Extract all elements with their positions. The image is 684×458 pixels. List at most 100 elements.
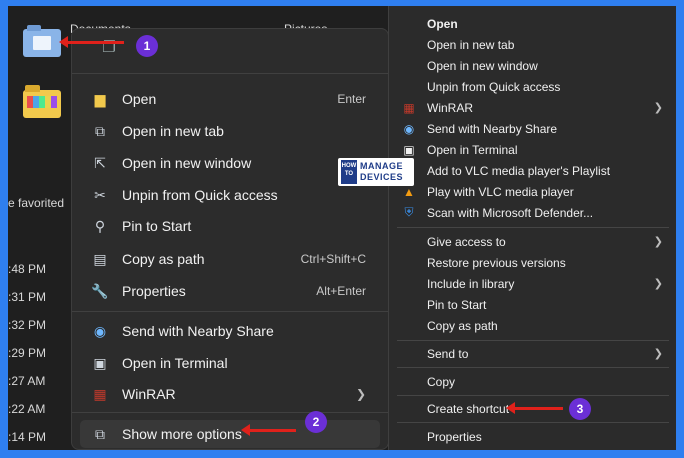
menu-item-open-new-tab[interactable]: ⧉ Open in new tab [80, 117, 380, 145]
menu-item-shortcut: Alt+Enter [316, 284, 366, 298]
classic-context-menu: Open Open in new tab Open in new window … [388, 6, 676, 450]
classic-item-copy[interactable]: Copy [389, 371, 676, 392]
classic-item-label: Open in new window [427, 58, 538, 73]
menu-separator [72, 311, 388, 312]
classic-item-open-new-window[interactable]: Open in new window [389, 55, 676, 76]
step-badge-1: 1 [136, 35, 158, 57]
menu-item-open-new-window[interactable]: ⇱ Open in new window [80, 149, 380, 177]
classic-item-label: Properties [427, 429, 482, 444]
documents-folder-icon[interactable] [23, 25, 61, 57]
time-text: :22 AM [8, 402, 46, 416]
classic-item-open-terminal[interactable]: ▣ Open in Terminal [389, 139, 676, 160]
menu-item-label: Open [122, 91, 157, 107]
pictures-folder-icon[interactable] [23, 85, 61, 118]
wrench-icon: 🔧 [91, 282, 109, 299]
classic-item-label: Send to [427, 346, 469, 361]
logo-text: MANAGE DEVICES [360, 161, 403, 183]
annotation-arrow-1 [59, 36, 124, 48]
terminal-icon: ▣ [93, 354, 107, 371]
new-tab-icon: ⧉ [95, 122, 105, 139]
more-options-icon: ⧉ [95, 425, 105, 442]
classic-item-winrar[interactable]: ▦ WinRAR ❯ [389, 97, 676, 118]
new-window-icon: ⇱ [94, 154, 106, 171]
menu-item-pin-to-start[interactable]: ⚲ Pin to Start [80, 212, 380, 240]
classic-separator [397, 340, 669, 341]
menu-item-nearby-share[interactable]: ◉ Send with Nearby Share [80, 317, 380, 345]
menu-item-open[interactable]: ▆ Open Enter [80, 85, 380, 113]
classic-item-label: Restore previous versions [427, 255, 566, 270]
classic-item-label: Send with Nearby Share [427, 121, 558, 136]
classic-item-label: Copy as path [427, 318, 498, 333]
classic-item-give-access[interactable]: Give access to ❯ [389, 231, 676, 252]
menu-item-shortcut: Enter [337, 92, 366, 106]
classic-item-defender-scan[interactable]: ⛨ Scan with Microsoft Defender... [389, 202, 676, 223]
classic-separator [397, 367, 669, 368]
chevron-right-icon: ❯ [653, 102, 663, 114]
folder-icon: ▆ [94, 90, 106, 107]
classic-item-label: Open in new tab [427, 37, 515, 52]
classic-item-vlc-playlist[interactable]: ▲ Add to VLC media player's Playlist [389, 160, 676, 181]
logo-line-1: MANAGE [360, 161, 403, 171]
annotation-arrow-2 [241, 424, 296, 436]
time-text: :31 PM [8, 290, 47, 304]
classic-item-pin-to-start[interactable]: Pin to Start [389, 294, 676, 315]
classic-item-label: Unpin from Quick access [427, 79, 561, 94]
menu-item-shortcut: Ctrl+Shift+C [300, 252, 366, 266]
classic-separator [397, 227, 669, 228]
step-badge-2: 2 [305, 411, 327, 433]
annotation-arrow-3 [506, 402, 563, 414]
classic-item-label: Open [427, 16, 458, 31]
winrar-icon: ▦ [93, 385, 107, 402]
classic-item-open-new-tab[interactable]: Open in new tab [389, 34, 676, 55]
classic-item-open[interactable]: Open [389, 13, 676, 34]
chevron-right-icon: ❯ [653, 348, 663, 360]
menu-item-label: Unpin from Quick access [122, 187, 278, 203]
classic-item-label: Pin to Start [427, 297, 487, 312]
unpin-icon: ✂ [94, 186, 106, 203]
classic-separator [397, 422, 669, 423]
time-text: :27 AM [8, 374, 46, 388]
copy-path-icon: ▤ [93, 250, 107, 267]
menu-item-label: Open in new tab [122, 123, 224, 139]
windows11-context-menu: ❐ ▆ Open Enter ⧉ Open in new tab ⇱ Open … [71, 28, 389, 450]
classic-item-label: Play with VLC media player [427, 184, 574, 199]
classic-item-unpin-quick-access[interactable]: Unpin from Quick access [389, 76, 676, 97]
classic-item-restore-versions[interactable]: Restore previous versions [389, 252, 676, 273]
step-badge-3: 3 [569, 398, 591, 420]
menu-item-label: Send with Nearby Share [122, 323, 274, 339]
chevron-right-icon: ❯ [355, 387, 366, 401]
classic-item-properties[interactable]: Properties [389, 426, 676, 447]
classic-item-label: Scan with Microsoft Defender... [427, 205, 594, 220]
menu-separator [72, 412, 388, 413]
logo-line-2: DEVICES [360, 172, 404, 182]
menu-item-show-more-options[interactable]: ⧉ Show more options [80, 420, 380, 448]
menu-item-properties[interactable]: 🔧 Properties Alt+Enter [80, 277, 380, 305]
classic-item-vlc-play[interactable]: ▲ Play with VLC media player [389, 181, 676, 202]
classic-item-label: Open in Terminal [427, 142, 518, 157]
nearby-share-icon: ◉ [93, 322, 107, 339]
classic-item-label: Copy [427, 374, 456, 389]
menu-item-copy-as-path[interactable]: ▤ Copy as path Ctrl+Shift+C [80, 245, 380, 273]
menu-separator [72, 73, 388, 74]
classic-item-include-library[interactable]: Include in library ❯ [389, 273, 676, 294]
chevron-right-icon: ❯ [653, 278, 663, 290]
menu-item-winrar[interactable]: ▦ WinRAR ❯ [80, 380, 380, 408]
menu-item-open-terminal[interactable]: ▣ Open in Terminal [80, 349, 380, 377]
terminal-icon: ▣ [403, 142, 415, 157]
vlc-cone-icon: ▲ [403, 184, 415, 199]
classic-item-label: Give access to [427, 234, 506, 249]
menu-item-label: Properties [122, 283, 186, 299]
chevron-right-icon: ❯ [653, 236, 663, 248]
winrar-icon: ▦ [403, 100, 415, 115]
classic-item-copy-as-path[interactable]: Copy as path [389, 315, 676, 336]
classic-item-nearby-share[interactable]: ◉ Send with Nearby Share [389, 118, 676, 139]
menu-item-label: Copy as path [122, 251, 205, 267]
classic-item-send-to[interactable]: Send to ❯ [389, 343, 676, 364]
menu-item-label: Pin to Start [122, 218, 192, 234]
logo-how-to-text: HOW TO [341, 160, 357, 184]
menu-item-label: WinRAR [122, 386, 176, 402]
pin-icon: ⚲ [94, 217, 106, 234]
defender-shield-icon: ⛨ [404, 205, 414, 219]
menu-item-unpin-quick-access[interactable]: ✂ Unpin from Quick access [80, 181, 380, 209]
time-text: :32 PM [8, 318, 47, 332]
